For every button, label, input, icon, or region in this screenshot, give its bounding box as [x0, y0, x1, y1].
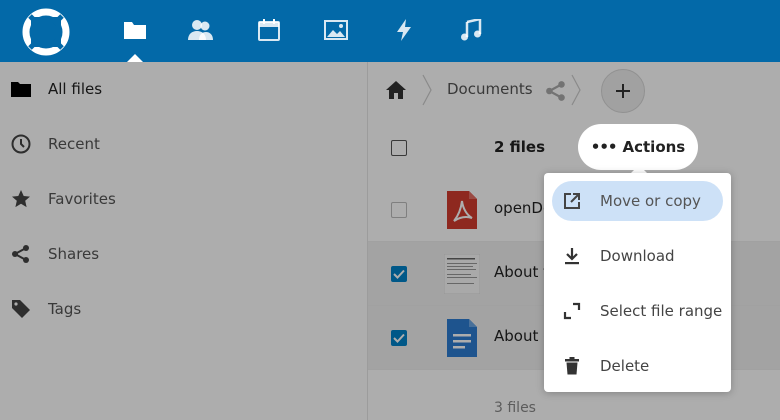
- menu-item-label: Download: [600, 247, 675, 265]
- gallery-icon[interactable]: [323, 17, 349, 43]
- menu-item-delete[interactable]: Delete: [552, 346, 723, 386]
- more-icon: •••: [590, 138, 618, 156]
- music-icon[interactable]: [458, 17, 484, 43]
- active-app-indicator: [127, 54, 143, 62]
- contacts-icon[interactable]: [188, 17, 214, 43]
- menu-item-select-file-range[interactable]: Select file range: [552, 291, 723, 331]
- menu-item-move-or-copy[interactable]: Move or copy: [552, 181, 723, 221]
- top-header: [0, 0, 780, 62]
- menu-item-label: Move or copy: [600, 192, 701, 210]
- menu-item-label: Select file range: [600, 302, 723, 320]
- range-select-icon: [562, 301, 582, 321]
- trash-icon: [562, 356, 582, 376]
- calendar-icon[interactable]: [256, 17, 282, 43]
- actions-button[interactable]: ••• Actions: [578, 124, 698, 170]
- download-icon: [562, 246, 582, 266]
- actions-menu: Move or copy Download Select file range …: [544, 173, 731, 392]
- menu-item-label: Delete: [600, 357, 650, 375]
- app-logo-icon[interactable]: [18, 4, 74, 60]
- external-link-icon: [562, 191, 582, 211]
- folder-icon[interactable]: [122, 17, 148, 43]
- menu-item-download[interactable]: Download: [552, 236, 723, 276]
- actions-button-label: Actions: [622, 138, 686, 156]
- activity-icon[interactable]: [391, 17, 417, 43]
